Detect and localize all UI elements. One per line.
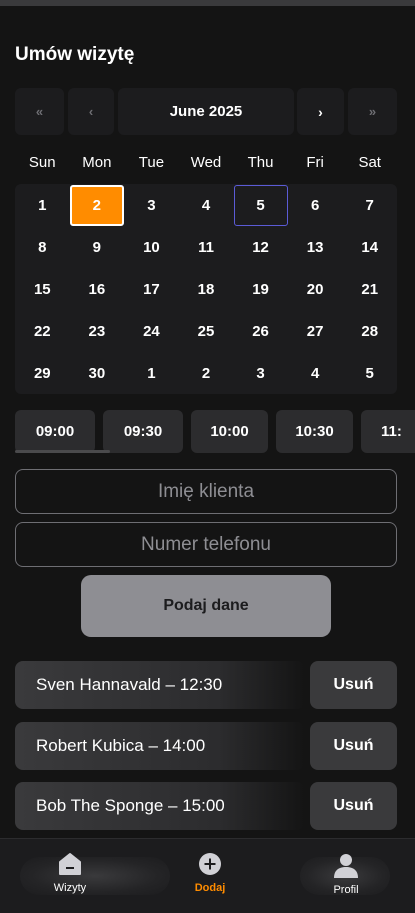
last-month-button[interactable]: » [348,88,397,135]
month-label[interactable]: June 2025 [118,88,294,135]
calendar-day[interactable]: 12 [233,226,288,268]
tab-profil[interactable]: Profil [301,839,391,913]
weekday-label: Wed [190,154,222,171]
delete-appointment-button[interactable]: Usuń [310,722,397,770]
tab-dodaj[interactable]: Dodaj [165,839,255,913]
appointment-item: Sven Hannavald – 12:30 [15,661,305,709]
calendar-day[interactable]: 24 [124,310,179,352]
prev-month-button[interactable]: ‹ [68,88,114,135]
time-slot[interactable]: 09:30 [103,410,183,453]
weekday-label: Thu [247,154,274,171]
calendar-day-next-month[interactable]: 2 [179,352,234,394]
calendar-day[interactable]: 4 [179,184,234,226]
calendar-day[interactable]: 26 [233,310,288,352]
home-icon [59,853,81,875]
calendar-day[interactable]: 3 [124,184,179,226]
calendar-day-next-month[interactable]: 4 [288,352,343,394]
calendar-day[interactable]: 8 [15,226,70,268]
time-slot-scrollbar[interactable] [15,450,110,453]
calendar-day[interactable]: 1 [15,184,70,226]
tab-label: Dodaj [194,882,226,894]
calendar-day[interactable]: 18 [179,268,234,310]
calendar-day[interactable]: 16 [70,268,125,310]
weekday-label: Sun [28,154,56,171]
tab-label: Profil [333,884,359,896]
calendar-day[interactable]: 25 [179,310,234,352]
user-icon [334,854,358,878]
calendar-day[interactable]: 27 [288,310,343,352]
weekday-label: Fri [306,154,324,171]
calendar-day-next-month[interactable]: 3 [233,352,288,394]
first-month-button[interactable]: « [15,88,64,135]
calendar-day[interactable]: 29 [15,352,70,394]
delete-appointment-button[interactable]: Usuń [310,661,397,709]
next-month-button[interactable]: › [297,88,344,135]
tab-label: Wizyty [53,882,87,894]
calendar-day[interactable]: 17 [124,268,179,310]
calendar-day[interactable]: 21 [342,268,397,310]
calendar-day-next-month[interactable]: 1 [124,352,179,394]
calendar-day[interactable]: 15 [15,268,70,310]
time-slot[interactable]: 09:00 [15,410,95,453]
weekday-label: Sat [358,154,381,171]
client-name-input[interactable] [15,469,397,514]
calendar-day-selected[interactable]: 2 [69,184,125,226]
weekday-label: Tue [138,154,165,171]
calendar-grid: 1 2 3 4 5 6 7 8 9 10 11 12 13 14 15 16 1… [15,184,397,394]
calendar-day[interactable]: 23 [70,310,125,352]
bottom-navigation: Wizyty Dodaj Profil [0,838,415,913]
delete-appointment-button[interactable]: Usuń [310,782,397,830]
weekday-label: Mon [82,154,112,171]
calendar-day-next-month[interactable]: 5 [342,352,397,394]
page-title: Umów wizytę [15,44,135,65]
calendar-day-today[interactable]: 5 [233,184,288,226]
calendar-day[interactable]: 22 [15,310,70,352]
status-strip [0,0,415,6]
calendar-day[interactable]: 9 [70,226,125,268]
appointment-item: Robert Kubica – 14:00 [15,722,305,770]
add-icon [199,853,221,875]
phone-number-input[interactable] [15,522,397,567]
calendar-day[interactable]: 11 [179,226,234,268]
weekday-header: Sun Mon Tue Wed Thu Fri Sat [15,154,397,171]
calendar-day[interactable]: 10 [124,226,179,268]
time-slot[interactable]: 11: [361,410,415,453]
appointment-item: Bob The Sponge – 15:00 [15,782,305,830]
calendar-day[interactable]: 13 [288,226,343,268]
time-slot[interactable]: 10:30 [276,410,353,453]
calendar-day[interactable]: 20 [288,268,343,310]
tab-wizyty[interactable]: Wizyty [25,839,115,913]
calendar-day[interactable]: 28 [342,310,397,352]
time-slot[interactable]: 10:00 [191,410,268,453]
calendar-day[interactable]: 30 [70,352,125,394]
time-slot-list[interactable]: 09:00 09:30 10:00 10:30 11: [15,410,415,454]
calendar-day[interactable]: 14 [342,226,397,268]
calendar-day[interactable]: 6 [288,184,343,226]
submit-button[interactable]: Podaj dane [81,575,331,637]
calendar-day[interactable]: 7 [342,184,397,226]
calendar-day[interactable]: 19 [233,268,288,310]
